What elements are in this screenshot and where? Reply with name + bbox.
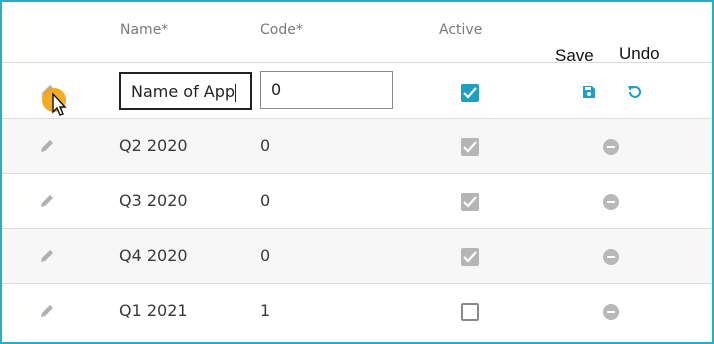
code-input[interactable]: 0 xyxy=(260,71,393,109)
pencil-icon[interactable] xyxy=(38,192,56,210)
row-name: Q4 2020 xyxy=(119,246,188,265)
table-row-editing: Name of App 0 xyxy=(2,62,712,118)
code-input-value: 0 xyxy=(271,80,282,99)
active-checkbox[interactable] xyxy=(461,138,479,156)
row-code: 0 xyxy=(260,246,271,265)
text-caret xyxy=(235,83,237,102)
undo-caption: Undo xyxy=(619,44,660,63)
row-name: Q1 2021 xyxy=(119,301,188,320)
column-header-active[interactable]: Active xyxy=(439,22,482,38)
row-code: 0 xyxy=(260,191,271,210)
pencil-icon[interactable] xyxy=(38,247,56,265)
remove-icon[interactable] xyxy=(603,139,619,155)
row-code: 1 xyxy=(260,301,271,320)
grid-header: Name* Code* Active xyxy=(2,2,712,62)
row-code: 0 xyxy=(260,136,271,155)
row-name: Q3 2020 xyxy=(119,191,188,210)
active-checkbox[interactable] xyxy=(461,84,479,102)
grid-frame: Name* Code* Active Save Undo Name of App… xyxy=(0,0,714,344)
column-header-code[interactable]: Code* xyxy=(260,22,303,38)
table-row[interactable]: Q2 2020 0 xyxy=(2,118,712,173)
active-checkbox[interactable] xyxy=(461,193,479,211)
save-icon[interactable] xyxy=(581,84,597,100)
active-checkbox[interactable] xyxy=(461,248,479,266)
table-row[interactable]: Q3 2020 0 xyxy=(2,173,712,228)
undo-icon[interactable] xyxy=(626,83,644,101)
name-input[interactable]: Name of App xyxy=(119,72,252,110)
name-input-value: Name of App xyxy=(131,82,236,101)
remove-icon[interactable] xyxy=(603,194,619,210)
remove-icon[interactable] xyxy=(603,304,619,320)
row-name: Q2 2020 xyxy=(119,136,188,155)
pencil-icon[interactable] xyxy=(38,302,56,320)
column-header-name[interactable]: Name* xyxy=(120,22,168,38)
pencil-icon[interactable] xyxy=(38,137,56,155)
active-checkbox[interactable] xyxy=(461,303,479,321)
table-row[interactable]: Q4 2020 0 xyxy=(2,228,712,283)
table-row[interactable]: Q1 2021 1 xyxy=(2,283,712,338)
remove-icon[interactable] xyxy=(603,249,619,265)
mouse-pointer-icon xyxy=(42,88,72,128)
